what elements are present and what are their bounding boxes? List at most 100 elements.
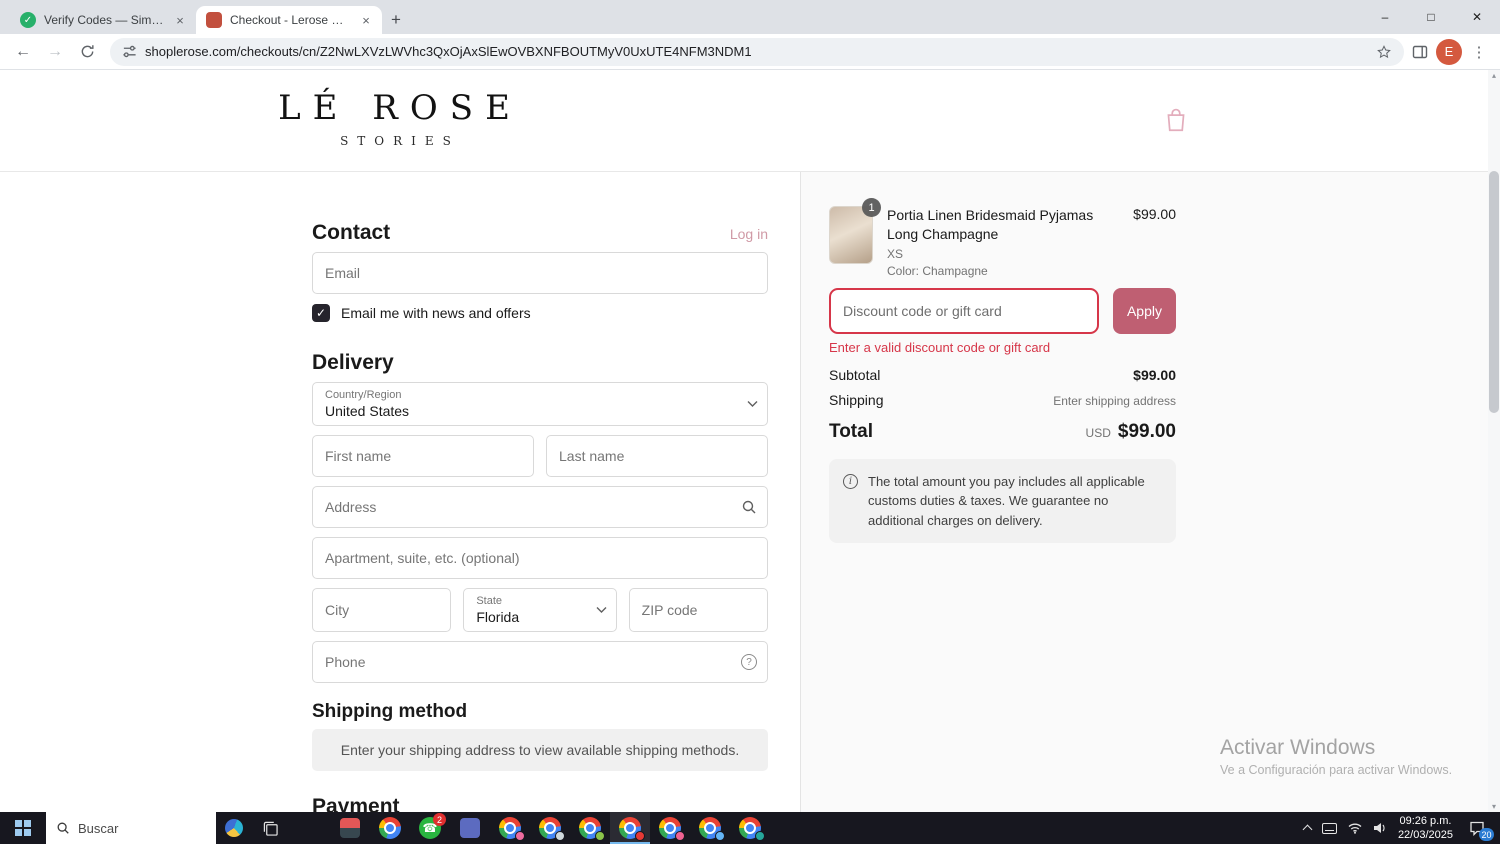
login-link[interactable]: Log in — [730, 226, 768, 242]
url-text: shoplerose.com/checkouts/cn/Z2NwLXVzLWVh… — [145, 44, 752, 59]
chevron-down-icon — [747, 401, 758, 408]
apply-button[interactable]: Apply — [1112, 287, 1176, 334]
contact-heading: Contact — [312, 221, 391, 244]
phone-field[interactable] — [312, 641, 768, 684]
browser-menu-icon[interactable]: ⋮ — [1470, 43, 1488, 61]
first-name-field[interactable] — [312, 435, 534, 478]
refresh-icon — [81, 45, 94, 58]
taskbar-chrome-profile-icon[interactable] — [650, 812, 690, 844]
profile-avatar[interactable]: E — [1436, 38, 1462, 65]
product-price: $99.00 — [1133, 206, 1176, 222]
keyboard-icon[interactable] — [1321, 822, 1337, 834]
new-tab-button[interactable]: + — [382, 6, 410, 34]
search-icon — [57, 822, 69, 834]
newsletter-optin[interactable]: ✓ Email me with news and offers — [312, 304, 768, 323]
taskbar-chrome-profile-icon[interactable] — [530, 812, 570, 844]
customs-info-box: i The total amount you pay includes all … — [829, 458, 1176, 544]
task-view-icon — [263, 821, 278, 836]
notification-center-icon[interactable]: 20 — [1464, 817, 1494, 841]
windows-taskbar: Buscar ☎ 2 09:26 p.m. 22/03/2025 20 — [0, 812, 1500, 844]
taskbar-clock[interactable]: 09:26 p.m. 22/03/2025 — [1398, 814, 1453, 843]
customs-note: The total amount you pay includes all ap… — [868, 473, 1145, 528]
tab-checkout-lerose[interactable]: Checkout - Lerose USA × — [196, 6, 382, 34]
chevron-down-icon — [596, 607, 607, 614]
city-field[interactable] — [312, 588, 452, 633]
payment-heading: Payment — [312, 795, 400, 812]
taskbar-apps: ☎ 2 — [330, 812, 770, 844]
search-icon — [741, 499, 757, 515]
search-placeholder: Buscar — [78, 820, 119, 836]
notification-count-badge: 20 — [1479, 828, 1494, 841]
close-button[interactable]: ✕ — [1454, 0, 1500, 33]
checkout-content: Contact Log in ✓ Email me with news and … — [0, 172, 1500, 812]
address-bar[interactable]: shoplerose.com/checkouts/cn/Z2NwLXVzLWVh… — [110, 37, 1404, 66]
subtotal-value: $99.00 — [1133, 366, 1176, 383]
logo-subtext: STORIES — [340, 134, 460, 149]
checkout-page: LÉ ROSE STORIES Contact Log in ✓ Email m… — [0, 70, 1500, 812]
taskbar-chrome-profile-icon[interactable] — [570, 812, 610, 844]
windows-logo-icon — [15, 820, 31, 836]
checkout-form: Contact Log in ✓ Email me with news and … — [0, 172, 800, 812]
taskbar-whatsapp-icon[interactable]: ☎ 2 — [410, 812, 450, 844]
shipping-method-notice: Enter your shipping address to view avai… — [312, 729, 768, 772]
store-header: LÉ ROSE STORIES — [0, 70, 1500, 172]
taskbar-chrome-profile-icon[interactable] — [690, 812, 730, 844]
discount-error-message: Enter a valid discount code or gift card — [829, 339, 1051, 355]
taskbar-app-icon[interactable] — [450, 812, 490, 844]
tab-simplycodes[interactable]: ✓ Verify Codes — SimplyCodes × — [10, 6, 196, 34]
taskbar-chrome-profile-icon[interactable] — [490, 812, 530, 844]
discount-code-input[interactable] — [829, 287, 1099, 334]
shipping-label: Shipping — [829, 391, 884, 408]
store-logo[interactable]: LÉ ROSE STORIES — [0, 89, 800, 149]
newsletter-checkbox[interactable]: ✓ — [312, 304, 330, 323]
apartment-field[interactable] — [312, 537, 768, 580]
minimize-button[interactable]: – — [1362, 0, 1408, 33]
bookmark-star-icon[interactable] — [1376, 44, 1392, 60]
volume-icon[interactable] — [1373, 822, 1387, 834]
browser-tab-strip: ✓ Verify Codes — SimplyCodes × Checkout … — [0, 0, 1500, 34]
forward-button[interactable]: → — [40, 37, 70, 67]
help-icon[interactable]: ? — [741, 654, 757, 671]
taskbar-app-icon[interactable] — [330, 812, 370, 844]
email-field[interactable] — [312, 252, 768, 295]
scroll-down-arrow-icon[interactable]: ▾ — [1488, 802, 1500, 811]
state-select[interactable]: State Florida — [463, 588, 617, 633]
maximize-button[interactable]: □ — [1408, 0, 1454, 33]
scroll-up-arrow-icon[interactable]: ▴ — [1488, 71, 1500, 80]
refresh-button[interactable] — [72, 37, 102, 67]
page-scrollbar[interactable]: ▴ ▾ — [1488, 70, 1500, 812]
tab-close-icon[interactable]: × — [358, 13, 374, 28]
product-name: Portia Linen Bridesmaid Pyjamas Long Cha… — [887, 207, 1094, 242]
bag-icon — [1167, 108, 1185, 132]
tab-title: Verify Codes — SimplyCodes — [44, 13, 164, 27]
back-button[interactable]: ← — [8, 37, 38, 67]
address-field[interactable] — [312, 486, 768, 529]
wifi-icon[interactable] — [1348, 822, 1362, 834]
side-panel-icon[interactable] — [1412, 44, 1428, 60]
search-highlights-icon[interactable] — [216, 812, 252, 844]
taskbar-chrome-icon[interactable] — [370, 812, 410, 844]
order-summary: 1 Portia Linen Bridesmaid Pyjamas Long C… — [800, 172, 1500, 812]
taskbar-chrome-profile-icon[interactable] — [730, 812, 770, 844]
country-value: United States — [325, 402, 410, 419]
taskbar-chrome-profile-icon-active[interactable] — [610, 812, 650, 844]
total-label: Total — [829, 420, 873, 442]
last-name-field[interactable] — [546, 435, 768, 478]
taskbar-search[interactable]: Buscar — [46, 812, 216, 844]
product-color: Color: Champagne — [887, 263, 988, 278]
cart-item: 1 Portia Linen Bridesmaid Pyjamas Long C… — [829, 198, 1176, 278]
subtotal-label: Subtotal — [829, 366, 881, 383]
cart-bag-icon[interactable] — [1163, 106, 1189, 134]
tab-close-icon[interactable]: × — [172, 13, 188, 28]
task-view-button[interactable] — [252, 812, 288, 844]
start-button[interactable] — [0, 812, 46, 844]
window-controls: – □ ✕ — [1362, 0, 1500, 33]
simplycodes-favicon-icon: ✓ — [20, 12, 36, 28]
zip-field[interactable] — [628, 588, 768, 633]
scrollbar-thumb[interactable] — [1489, 171, 1499, 413]
tab-title: Checkout - Lerose USA — [230, 13, 350, 27]
site-settings-icon[interactable] — [122, 44, 137, 59]
toolbar-actions: E ⋮ — [1412, 38, 1492, 65]
tray-expand-icon[interactable] — [1302, 824, 1313, 835]
country-select[interactable]: Country/Region United States — [312, 382, 768, 427]
